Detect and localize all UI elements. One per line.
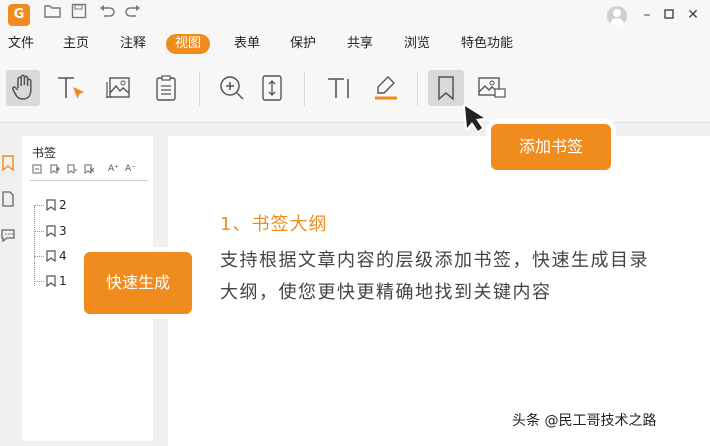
watermark: 头条 @民工哥技术之路 xyxy=(512,413,657,429)
snapshot-button[interactable] xyxy=(101,70,137,106)
bookmark-item[interactable]: 1 xyxy=(34,272,67,290)
typewriter-button[interactable] xyxy=(322,70,358,106)
fit-page-button[interactable] xyxy=(254,70,290,106)
callout-add-bookmark: 添加书签 xyxy=(491,124,611,170)
close-icon[interactable]: ✕ xyxy=(684,5,702,25)
add-child-icon[interactable] xyxy=(67,164,77,177)
fit-page-icon xyxy=(262,75,282,101)
expand-icon[interactable] xyxy=(32,164,42,177)
pointer-arrow-icon xyxy=(463,104,486,133)
select-text-icon xyxy=(58,77,85,99)
zoom-in-button[interactable] xyxy=(214,70,250,106)
save-icon[interactable] xyxy=(68,3,90,25)
menu-bar: 文件 主页 注释 视图 表单 保护 共享 浏览 特色功能 xyxy=(0,30,710,58)
user-avatar[interactable] xyxy=(607,6,627,26)
add-bookmark-icon[interactable] xyxy=(50,164,60,177)
typewriter-icon xyxy=(328,78,349,98)
highlight-button[interactable] xyxy=(368,70,404,106)
highlight-icon xyxy=(375,76,397,100)
menu-protect[interactable]: 保护 xyxy=(290,34,316,54)
bookmark-label: 1 xyxy=(59,274,67,288)
menu-view[interactable]: 视图 xyxy=(166,34,211,54)
font-smaller-icon[interactable]: A⁻ xyxy=(125,164,136,174)
callout-quick-generate: 快速生成 xyxy=(84,252,192,314)
menu-home[interactable]: 主页 xyxy=(63,34,89,54)
menu-browse[interactable]: 浏览 xyxy=(404,34,430,54)
hand-tool-button[interactable] xyxy=(6,70,40,106)
select-text-button[interactable] xyxy=(52,70,88,106)
snapshot-icon xyxy=(106,77,130,98)
maximize-icon[interactable] xyxy=(660,5,678,25)
bookmark-label: 2 xyxy=(59,198,67,212)
folder-open-icon[interactable] xyxy=(42,3,64,25)
image-icon xyxy=(478,77,506,98)
redo-icon[interactable] xyxy=(122,3,144,25)
toolbar-separator xyxy=(199,72,200,106)
bookmark-item-icon xyxy=(46,250,56,262)
side-tab-strip xyxy=(0,140,18,446)
app-logo: G xyxy=(8,4,30,26)
menu-form[interactable]: 表单 xyxy=(234,34,260,54)
undo-icon[interactable] xyxy=(96,3,118,25)
delete-bookmark-icon[interactable] xyxy=(84,164,95,177)
menu-file[interactable]: 文件 xyxy=(8,34,34,54)
font-larger-icon[interactable]: A⁺ xyxy=(108,164,119,174)
bookmark-button[interactable] xyxy=(428,70,464,106)
bookmark-tab-icon[interactable] xyxy=(0,154,16,172)
minimize-icon[interactable]: – xyxy=(638,5,656,25)
menu-comment[interactable]: 注释 xyxy=(120,34,146,54)
toolbar xyxy=(0,58,710,123)
hand-icon xyxy=(12,74,32,100)
bookmark-item[interactable]: 4 xyxy=(34,247,67,265)
comments-tab-icon[interactable] xyxy=(0,226,16,244)
document-body: 支持根据文章内容的层级添加书签，快速生成目录大纲，使您更快更精确地找到关键内容 xyxy=(220,250,649,303)
bookmark-item-icon xyxy=(46,225,56,237)
bookmark-item[interactable]: 2 xyxy=(34,196,67,214)
zoom-in-icon xyxy=(220,76,244,100)
panel-title: 书签 xyxy=(32,146,57,160)
image-button[interactable] xyxy=(474,70,510,106)
document-heading: 1、书签大纲 xyxy=(220,214,328,235)
bookmark-label: 4 xyxy=(59,249,67,263)
clipboard-icon xyxy=(156,75,176,101)
panel-divider xyxy=(30,180,148,181)
menu-share[interactable]: 共享 xyxy=(347,34,373,54)
bookmark-label: 3 xyxy=(59,224,67,238)
bookmark-item[interactable]: 3 xyxy=(34,222,67,240)
bookmark-item-icon xyxy=(46,275,56,287)
title-bar: G – ✕ xyxy=(0,0,710,30)
menu-features[interactable]: 特色功能 xyxy=(461,34,513,54)
clipboard-button[interactable] xyxy=(148,70,184,106)
toolbar-separator xyxy=(304,72,305,106)
toolbar-separator xyxy=(417,72,418,106)
pages-tab-icon[interactable] xyxy=(0,190,16,208)
bookmark-item-icon xyxy=(46,199,56,211)
bookmark-icon xyxy=(438,76,454,101)
